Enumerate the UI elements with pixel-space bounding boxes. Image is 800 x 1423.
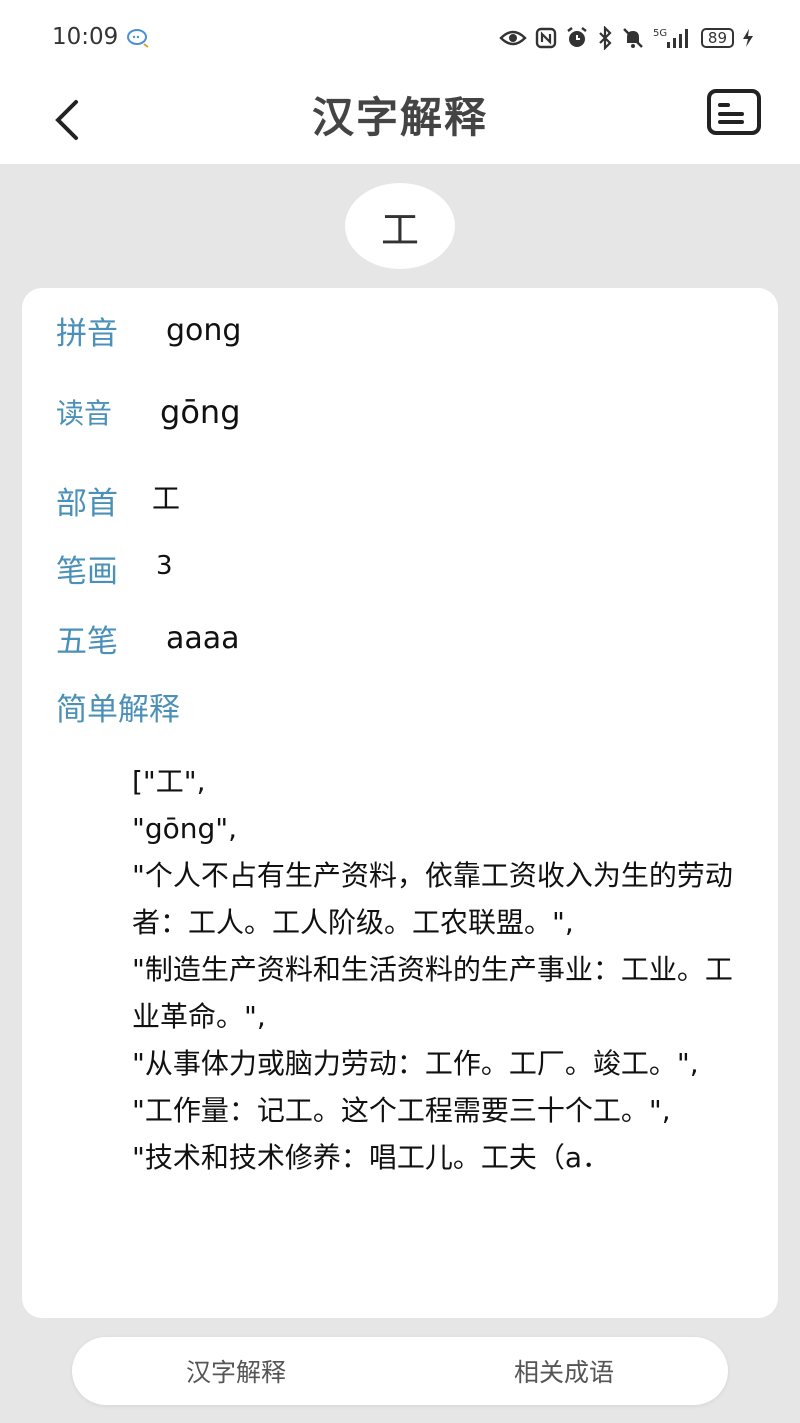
detail-card: 拼音 gong 读音 gōng 部首 工 笔画 3 五笔 aaaa 简单解释 [… — [22, 288, 778, 1318]
page-title: 汉字解释 — [311, 93, 488, 142]
battery-level: 89 — [707, 29, 727, 47]
bluetooth-icon — [599, 26, 612, 50]
wubi-row: 五笔 aaaa — [56, 616, 240, 661]
reading-label: 读音 — [56, 397, 113, 430]
notes-button[interactable] — [706, 88, 762, 136]
wubi-value: aaaa — [166, 621, 240, 656]
status-time: 10:09 — [52, 24, 119, 50]
signal-icon: 5G — [653, 28, 688, 48]
tab-label: 相关成语 — [513, 1358, 614, 1387]
charging-icon — [743, 29, 753, 47]
wubi-label: 五笔 — [56, 624, 118, 660]
strokes-row: 笔画 3 — [56, 546, 173, 591]
app-bar: 汉字解释 — [0, 80, 800, 164]
nfc-icon — [535, 27, 557, 49]
network-type-label: 5G — [653, 28, 667, 39]
mute-icon — [623, 28, 643, 48]
tab-related-idioms[interactable]: 相关成语 — [400, 1337, 728, 1405]
reading-row: 读音 gōng — [56, 392, 241, 432]
bottom-tab-bar: 汉字解释 相关成语 — [72, 1337, 728, 1405]
strokes-label: 笔画 — [56, 554, 118, 590]
tab-label: 汉字解释 — [185, 1358, 286, 1387]
status-bar: 10:09 5G 89 — [0, 0, 800, 80]
battery-icon: 89 — [700, 28, 734, 48]
strokes-value: 3 — [156, 550, 173, 581]
pinyin-label: 拼音 — [56, 316, 118, 352]
radical-row: 部首 工 — [56, 478, 180, 523]
explanation-label: 简单解释 — [56, 692, 180, 728]
radical-value: 工 — [152, 481, 181, 515]
eye-icon — [499, 30, 527, 46]
note-card-icon — [707, 89, 761, 135]
status-icons: 5G 89 — [499, 24, 754, 52]
chat-bubble-icon — [127, 29, 149, 48]
pinyin-value: gong — [166, 313, 242, 348]
radical-label: 部首 — [56, 486, 118, 522]
pinyin-row: 拼音 gong — [56, 308, 241, 353]
character-display: 工 — [345, 183, 455, 269]
tab-character-explanation[interactable]: 汉字解释 — [72, 1337, 400, 1405]
reading-value: gōng — [160, 393, 241, 431]
alarm-icon — [567, 27, 587, 47]
explanation-header: 简单解释 — [56, 684, 180, 729]
explanation-text: ["工", "gōng", "个人不占有生产资料，依靠工资收入为生的劳动者：工人… — [132, 765, 733, 1174]
